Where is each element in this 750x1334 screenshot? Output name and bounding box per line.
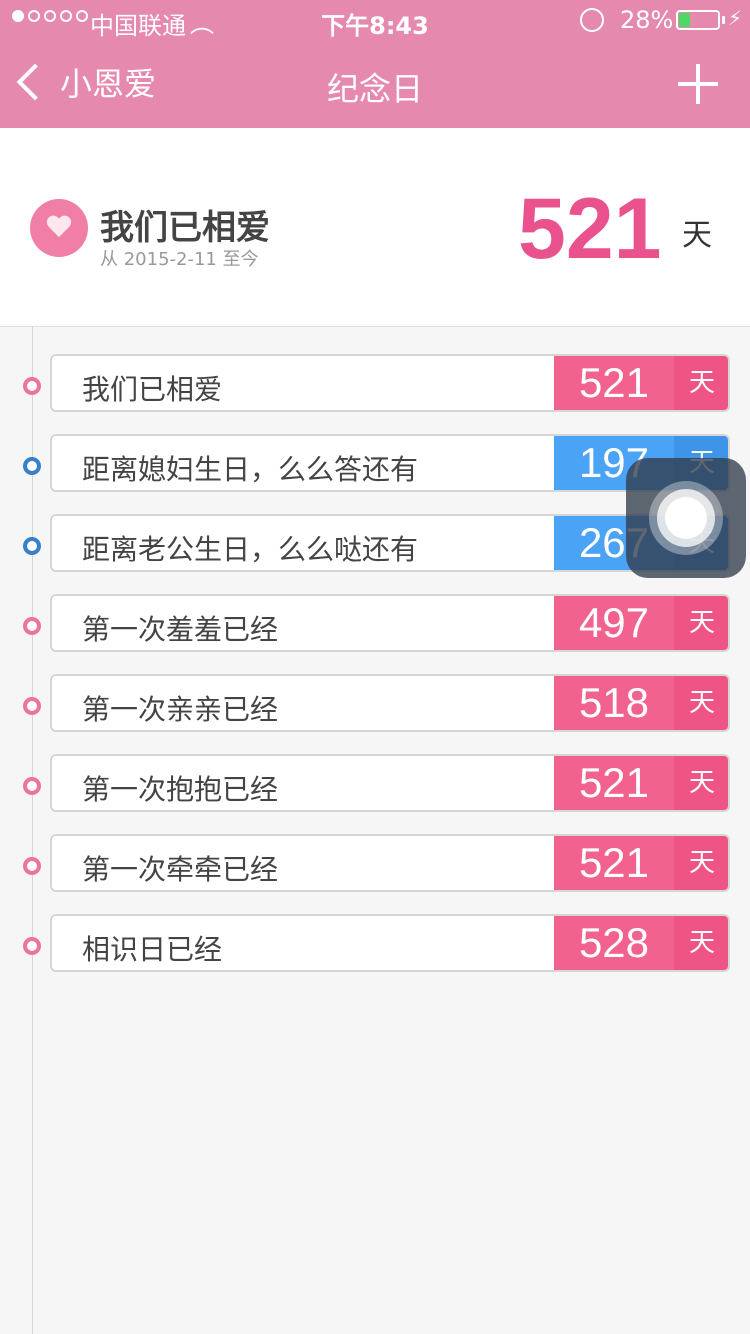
anniversary-card: 第一次牵牵已经 521 天: [50, 834, 730, 892]
anniversary-row[interactable]: 我们已相爱 521 天: [0, 354, 750, 412]
anniversary-day-count: 497: [554, 596, 674, 650]
anniversary-label: 距离媳妇生日，么么答还有: [82, 453, 419, 486]
charging-bolt-icon: ⚡: [728, 6, 743, 30]
timeline-dot-icon: [23, 537, 41, 555]
battery-nub: [722, 16, 725, 24]
anniversary-label: 相识日已经: [82, 933, 223, 966]
summary-day-unit: 天: [682, 218, 712, 253]
anniversary-row[interactable]: 第一次亲亲已经 518 天: [0, 674, 750, 732]
page-title: 纪念日: [326, 70, 423, 108]
anniversary-row[interactable]: 第一次牵牵已经 521 天: [0, 834, 750, 892]
assistive-touch-button[interactable]: [626, 458, 746, 578]
anniversary-card: 相识日已经 528 天: [50, 914, 730, 972]
status-bar: 中国联通 ︵ 下午8:43 28% ⚡: [0, 0, 750, 40]
anniversary-day-unit: 天: [674, 836, 728, 890]
anniversary-day-unit: 天: [674, 916, 728, 970]
anniversary-day-unit: 天: [674, 356, 728, 410]
anniversary-row[interactable]: 第一次羞羞已经 497 天: [0, 594, 750, 652]
summary-card: 我们已相爱 从 2015-2-11 至今 521 天: [0, 128, 750, 327]
anniversary-label: 距离老公生日，么么哒还有: [82, 533, 419, 566]
anniversary-day-count: 528: [554, 916, 674, 970]
anniversary-card: 第一次亲亲已经 518 天: [50, 674, 730, 732]
anniversary-label: 第一次抱抱已经: [82, 773, 279, 806]
anniversary-day-unit: 天: [674, 676, 728, 730]
anniversary-row[interactable]: 相识日已经 528 天: [0, 914, 750, 972]
timeline-dot-icon: [23, 777, 41, 795]
anniversary-day-unit: 天: [674, 756, 728, 810]
summary-title: 我们已相爱: [100, 208, 270, 248]
summary-subtitle: 从 2015-2-11 至今: [100, 249, 259, 270]
anniversary-label: 第一次羞羞已经: [82, 613, 279, 646]
timeline-dot-icon: [23, 937, 41, 955]
anniversary-row[interactable]: 第一次抱抱已经 521 天: [0, 754, 750, 812]
app-header: 中国联通 ︵ 下午8:43 28% ⚡ 小恩爱 纪念日: [0, 0, 750, 128]
anniversary-day-count: 521: [554, 836, 674, 890]
battery-percent: 28%: [620, 6, 674, 34]
anniversary-day-count: 521: [554, 756, 674, 810]
anniversary-card: 第一次抱抱已经 521 天: [50, 754, 730, 812]
battery-icon: [676, 10, 720, 30]
heart-icon: [30, 199, 88, 257]
rotation-lock-icon: [580, 8, 604, 32]
timeline-dot-icon: [23, 617, 41, 635]
add-anniversary-button[interactable]: [678, 64, 718, 104]
anniversary-label: 第一次亲亲已经: [82, 693, 279, 726]
anniversary-card: 我们已相爱 521 天: [50, 354, 730, 412]
timeline-dot-icon: [23, 697, 41, 715]
anniversary-card: 第一次羞羞已经 497 天: [50, 594, 730, 652]
summary-day-count: 521: [518, 181, 662, 277]
anniversary-day-unit: 天: [674, 596, 728, 650]
timeline-dot-icon: [23, 457, 41, 475]
anniversary-label: 我们已相爱: [82, 373, 223, 406]
anniversary-day-count: 521: [554, 356, 674, 410]
timeline-dot-icon: [23, 857, 41, 875]
timeline-dot-icon: [23, 377, 41, 395]
anniversary-day-count: 518: [554, 676, 674, 730]
anniversary-label: 第一次牵牵已经: [82, 853, 279, 886]
